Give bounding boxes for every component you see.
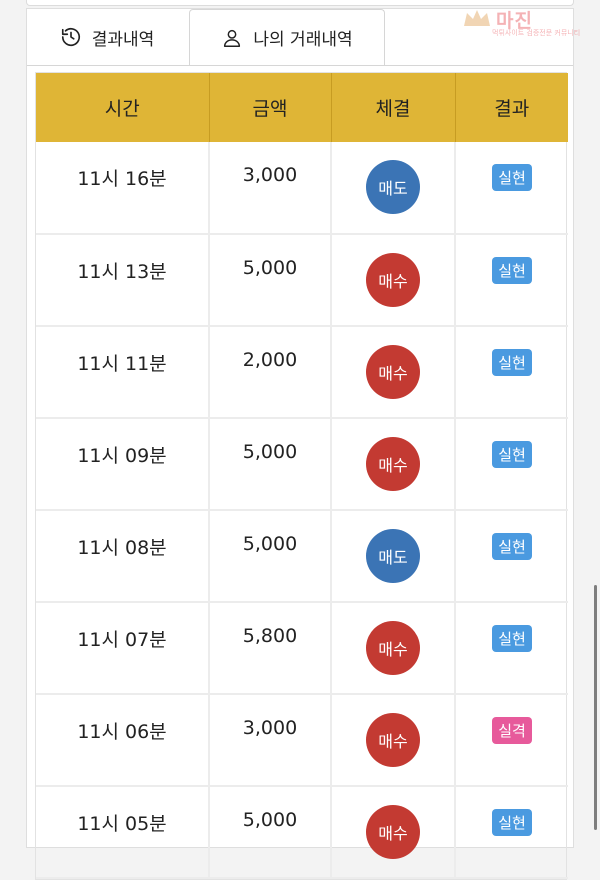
tab-my-trades-label: 나의 거래내역 [253,30,353,50]
result-cell: 실현 [455,786,568,879]
scrollbar-thumb[interactable] [594,585,597,830]
buy-badge: 매수 [366,437,420,491]
sell-badge: 매도 [366,529,420,583]
amount-cell: 5,000 [209,418,332,511]
user-icon [221,27,243,49]
execution-cell: 매수 [331,786,456,879]
amount-cell: 2,000 [209,326,332,419]
execution-cell: 매수 [331,234,456,327]
time-cell: 11시 11분 [36,326,210,419]
result-win-badge: 실현 [492,625,532,652]
amount-cell: 5,800 [209,602,332,695]
table-row: 11시 05분 5,000 매수 실현 [36,786,568,879]
tab-results[interactable]: 결과내역 [27,9,187,65]
execution-cell: 매수 [331,694,456,787]
amount-cell: 3,000 [209,142,332,235]
column-header-result: 결과 [455,73,568,142]
amount-cell: 5,000 [209,786,332,879]
table-body: 11시 16분 3,000 매도 실현 11시 13분 5,000 매수 실현 11시 11분 2… [36,142,568,879]
table-row: 11시 07분 5,800 매수 실현 [36,602,568,695]
result-loss-badge: 실격 [492,717,532,744]
result-win-badge: 실현 [492,164,532,191]
amount-cell: 5,000 [209,510,332,603]
time-cell: 11시 06분 [36,694,210,787]
result-win-badge: 실현 [492,441,532,468]
amount-cell: 5,000 [209,234,332,327]
table-row: 11시 09분 5,000 매수 실현 [36,418,568,511]
tab-my-trades[interactable]: 나의 거래내역 [189,9,385,65]
buy-badge: 매수 [366,621,420,675]
result-cell: 실격 [455,694,568,787]
result-cell: 실현 [455,602,568,695]
buy-badge: 매수 [366,713,420,767]
buy-badge: 매수 [366,253,420,307]
sell-badge: 매도 [366,160,420,214]
history-icon [60,26,82,48]
table-header-row: 시간 금액 체결 결과 [36,73,568,142]
execution-cell: 매도 [331,142,456,235]
table-row: 11시 13분 5,000 매수 실현 [36,234,568,327]
time-cell: 11시 09분 [36,418,210,511]
trade-table-wrap: 시간 금액 체결 결과 11시 16분 3,000 매도 실현 11시 13분 5,000… [35,72,568,880]
trade-table: 시간 금액 체결 결과 11시 16분 3,000 매도 실현 11시 13분 5,000… [36,73,568,879]
time-cell: 11시 08분 [36,510,210,603]
tab-divider [27,65,573,66]
execution-cell: 매수 [331,418,456,511]
table-row: 11시 08분 5,000 매도 실현 [36,510,568,603]
result-cell: 실현 [455,234,568,327]
result-cell: 실현 [455,326,568,419]
execution-cell: 매도 [331,510,456,603]
time-cell: 11시 13분 [36,234,210,327]
time-cell: 11시 16분 [36,142,210,235]
execution-cell: 매수 [331,326,456,419]
buy-badge: 매수 [366,805,420,859]
result-win-badge: 실현 [492,257,532,284]
buy-badge: 매수 [366,345,420,399]
column-header-amount: 금액 [209,73,332,142]
result-cell: 실현 [455,142,568,235]
amount-cell: 3,000 [209,694,332,787]
column-header-execution: 체결 [331,73,456,142]
time-cell: 11시 07분 [36,602,210,695]
execution-cell: 매수 [331,602,456,695]
result-cell: 실현 [455,510,568,603]
watermark-subtext: 먹튀사이트 검증전문 커뮤니티 [492,29,581,37]
time-cell: 11시 05분 [36,786,210,879]
result-cell: 실현 [455,418,568,511]
tab-results-label: 결과내역 [91,29,155,50]
table-row: 11시 06분 3,000 매수 실격 [36,694,568,787]
table-row: 11시 16분 3,000 매도 실현 [36,142,568,235]
result-win-badge: 실현 [492,533,532,560]
site-watermark: 마진 먹튀사이트 검증전문 커뮤니티 [462,6,582,37]
result-win-badge: 실현 [492,349,532,376]
result-win-badge: 실현 [492,809,532,836]
trade-history-panel: 결과내역 나의 거래내역 시간 금액 체결 결과 11시 16분 3,000 매… [26,8,574,880]
crown-logo-icon [464,10,490,26]
table-row: 11시 11분 2,000 매수 실현 [36,326,568,419]
column-header-time: 시간 [36,73,210,142]
